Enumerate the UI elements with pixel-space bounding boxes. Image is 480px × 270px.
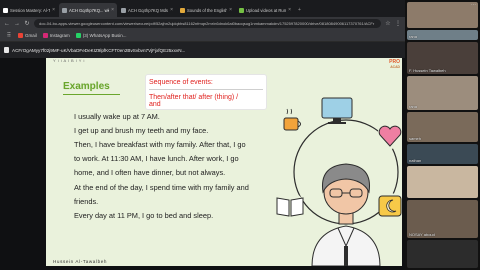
forward-arrow-icon[interactable]: → bbox=[14, 21, 20, 27]
paragraph-line: At the end of the day, I spend time with… bbox=[74, 183, 249, 192]
paragraph-line: to work. At 11:30 AM, I have lunch. Afte… bbox=[74, 154, 239, 163]
bookmark-instagram[interactable]: Instagram bbox=[42, 33, 70, 38]
back-arrow-icon[interactable]: ← bbox=[4, 21, 10, 27]
paragraph-line: Every day at 11 PM, I go to bed and slee… bbox=[74, 211, 214, 220]
browser-toolbar: ← → ↻ doc-04-bo-apps-viewer.googleuserco… bbox=[0, 17, 405, 30]
browser-tab[interactable]: ACH Gq4hp7KQ Mds Mds...× bbox=[118, 3, 176, 17]
participant-tile[interactable]: rana bbox=[407, 30, 478, 40]
paragraph-line: friends. bbox=[74, 197, 99, 206]
participant-tile[interactable]: NOSAY aboud bbox=[407, 200, 478, 238]
whatsapp-icon bbox=[75, 33, 81, 38]
bookmark-label: Gmail bbox=[25, 33, 37, 38]
paragraph-line: Then, I have breakfast with my family. A… bbox=[74, 140, 246, 149]
bookmark-label: Instagram bbox=[49, 33, 70, 38]
daily-routine-illustration bbox=[276, 97, 402, 266]
instagram-icon bbox=[42, 33, 48, 38]
person-avatar-icon bbox=[311, 163, 381, 266]
participant-video bbox=[407, 240, 478, 268]
heart-icon bbox=[377, 123, 402, 149]
paragraph-line: I usually wake up at 7 AM. bbox=[74, 112, 160, 121]
apps-grid-icon[interactable]: ⠿ bbox=[6, 32, 12, 39]
browser-tab[interactable]: Upload videos at Rumble× bbox=[236, 3, 294, 17]
annotation-note-box[interactable]: Sequence of events: Then/after that/ aft… bbox=[146, 75, 266, 109]
slide-top-label: Y i i A l B l Y i bbox=[53, 58, 85, 63]
slide-footer: Hussein Al-Tawalbeh bbox=[53, 259, 108, 264]
participant-name: rana bbox=[409, 104, 418, 109]
close-tab-icon[interactable]: × bbox=[52, 7, 55, 13]
participant-video bbox=[407, 2, 478, 28]
more-options-icon[interactable]: ⋯ bbox=[471, 2, 476, 8]
note-line-2: and bbox=[149, 101, 161, 108]
screen: Session Mastery: Al-Tawalbeh× ACH Gq4hp7… bbox=[0, 0, 480, 270]
tab-favicon-icon bbox=[62, 7, 67, 13]
document-icon bbox=[4, 47, 9, 53]
bookmarks-bar: ⠿ Gmail Instagram (3) WhatsApp Busin... bbox=[0, 30, 405, 42]
close-tab-icon[interactable]: × bbox=[229, 7, 232, 13]
note-divider bbox=[149, 89, 263, 90]
tab-favicon-icon bbox=[239, 7, 244, 13]
browser-tab[interactable]: Session Mastery: Al-Tawalbeh× bbox=[0, 3, 58, 17]
reload-icon[interactable]: ↻ bbox=[24, 20, 30, 27]
menu-dots-icon[interactable]: ⋮ bbox=[395, 20, 401, 27]
tab-label: Session Mastery: Al-Tawalbeh bbox=[10, 7, 50, 13]
participant-name: F. Hussein Tawalbeh bbox=[409, 68, 446, 73]
tab-favicon-icon bbox=[3, 7, 8, 13]
pdf-viewer-header: ACFrOgAMyy7f02j9MF-uK/VbaDFeDeKIZ9lpfKCF… bbox=[0, 42, 405, 58]
new-tab-button[interactable]: + bbox=[295, 3, 305, 17]
gmail-icon bbox=[18, 33, 23, 38]
participants-panel: ⋯ rana F. Hussein Tawalbeh rana sameh na… bbox=[405, 0, 480, 270]
participant-name: nathan bbox=[409, 158, 422, 163]
paragraph-line: I get up and brush my teeth and my face. bbox=[74, 126, 209, 135]
participant-tile[interactable]: nathan bbox=[407, 144, 478, 164]
participant-video bbox=[407, 76, 478, 110]
participant-tile[interactable]: ⋯ bbox=[407, 2, 478, 28]
slide-heading: Examples bbox=[63, 81, 110, 92]
presentation-slide: Y i i A l B l Y i PRO ACAD Examples Sequ… bbox=[46, 58, 402, 266]
tab-label: Upload videos at Rumble bbox=[246, 7, 287, 13]
note-title: Sequence of events: bbox=[149, 79, 213, 86]
bookmark-label: (3) WhatsApp Busin... bbox=[82, 33, 127, 38]
tab-label: Sounds of the English language bbox=[187, 7, 228, 13]
plus-icon: + bbox=[298, 7, 301, 13]
star-icon[interactable]: ☆ bbox=[385, 20, 391, 27]
browser-tab-active[interactable]: ACH Gq4hp7KQ... wkl Mz...× bbox=[59, 3, 117, 17]
paragraph-line: home, and I often have dinner, but not a… bbox=[74, 168, 226, 177]
logo-line-2: ACAD bbox=[390, 65, 400, 69]
tab-label: ACH Gq4hp7KQ... wkl Mz... bbox=[69, 7, 109, 13]
heading-underline bbox=[63, 94, 120, 95]
participant-video bbox=[407, 166, 478, 198]
close-tab-icon[interactable]: × bbox=[111, 7, 114, 13]
tab-label: ACH Gq4hp7KQ Mds Mds... bbox=[128, 7, 169, 13]
participant-name: sameh bbox=[409, 136, 422, 141]
browser-tab[interactable]: Sounds of the English language× bbox=[177, 3, 235, 17]
participant-tile[interactable]: sameh bbox=[407, 112, 478, 142]
tab-favicon-icon bbox=[180, 7, 185, 13]
participant-tile[interactable] bbox=[407, 166, 478, 198]
close-tab-icon[interactable]: × bbox=[288, 7, 291, 13]
viewer-file-title: ACFrOgAMyy7f02j9MF-uK/VbaDFeDeKIZ9lpfKCF… bbox=[12, 47, 186, 53]
participant-video bbox=[407, 30, 478, 40]
browser-tab-bar: Session Mastery: Al-Tawalbeh× ACH Gq4hp7… bbox=[0, 0, 405, 17]
close-tab-icon[interactable]: × bbox=[170, 7, 173, 13]
moon-icon bbox=[377, 193, 402, 219]
participant-name: NOSAY aboud bbox=[409, 232, 435, 237]
tab-favicon-icon bbox=[121, 7, 126, 13]
participant-tile[interactable]: rana bbox=[407, 76, 478, 110]
open-book-icon bbox=[276, 192, 304, 220]
bookmark-gmail[interactable]: Gmail bbox=[18, 33, 37, 38]
participant-name: rana bbox=[409, 34, 418, 39]
brand-logo: PRO ACAD bbox=[389, 60, 400, 70]
participant-tile[interactable]: F. Hussein Tawalbeh bbox=[407, 42, 478, 74]
participant-tile[interactable] bbox=[407, 240, 478, 268]
coffee-cup-icon bbox=[280, 108, 304, 136]
bookmark-whatsapp[interactable]: (3) WhatsApp Busin... bbox=[75, 33, 127, 38]
address-bar[interactable]: doc-04-bo-apps-viewer.googleusercontent.… bbox=[34, 19, 381, 28]
note-line-1: Then/after that/ after (thing) / bbox=[149, 94, 239, 101]
